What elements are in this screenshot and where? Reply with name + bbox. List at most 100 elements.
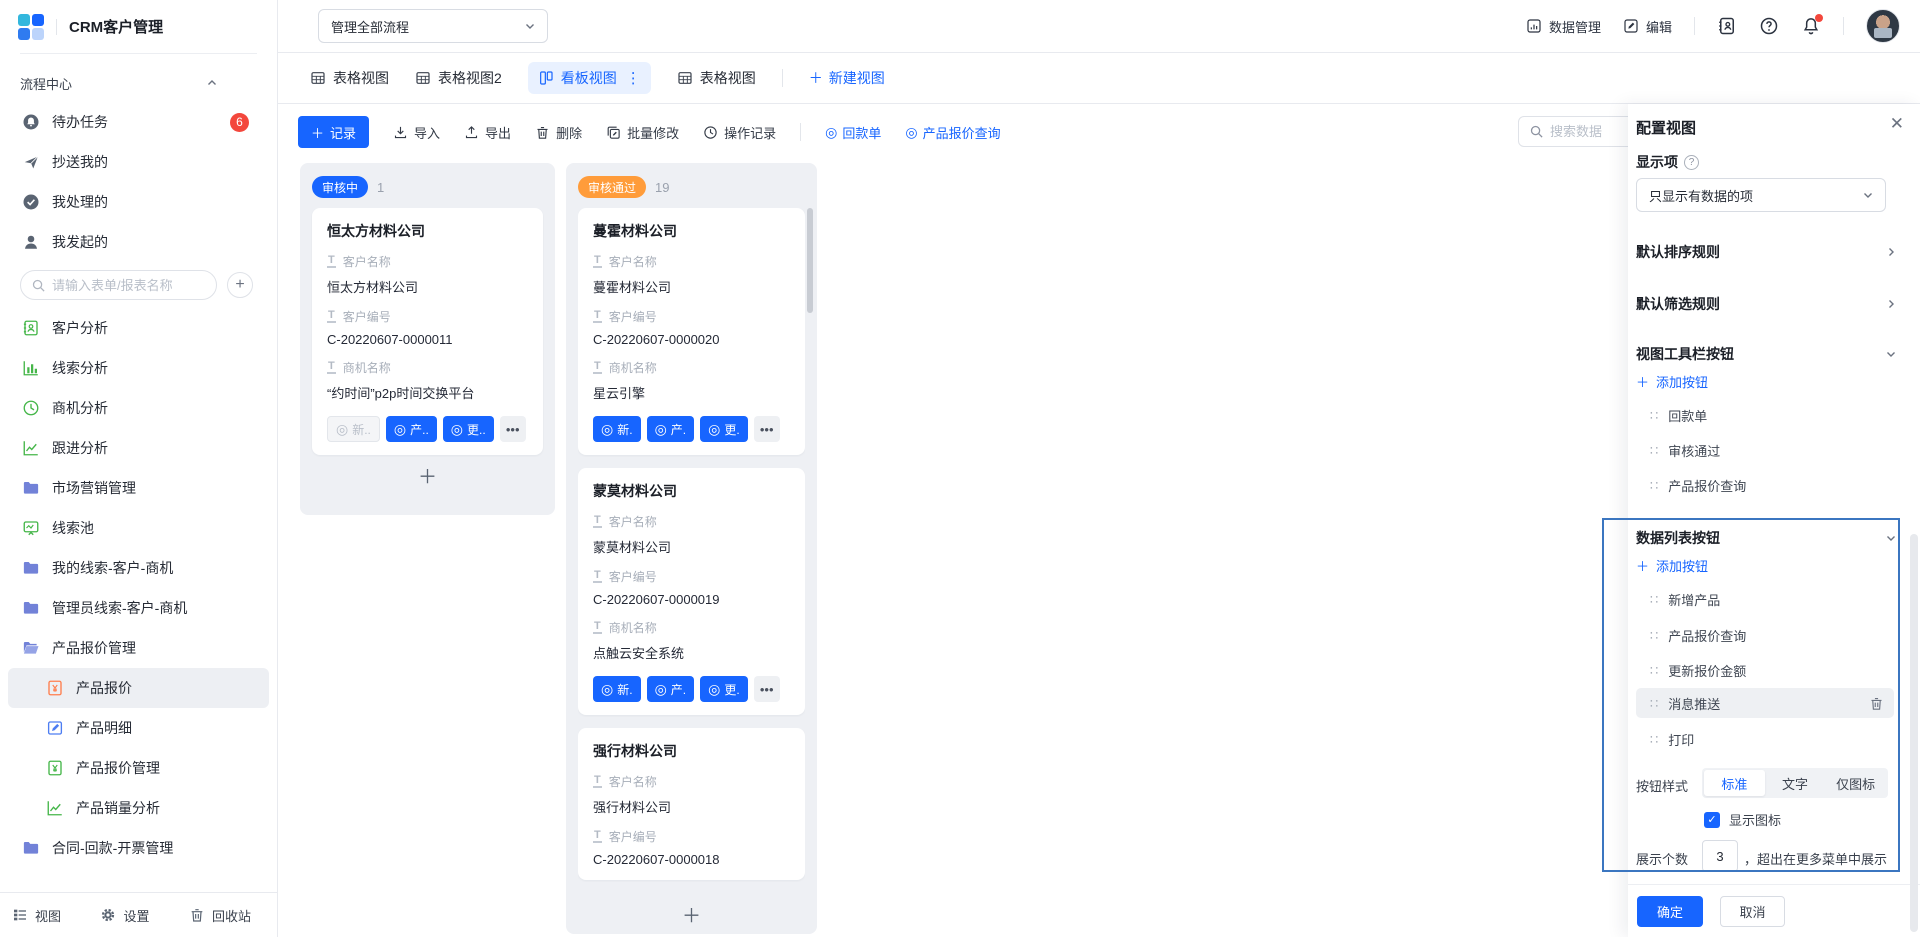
list-button-item-highlighted[interactable]: ∷ 消息推送	[1636, 688, 1894, 718]
drag-handle-icon[interactable]: ∷	[1650, 479, 1658, 492]
card-more-button[interactable]: •••	[754, 676, 780, 702]
sidebar-search-input[interactable]	[52, 278, 206, 293]
card-more-button[interactable]: •••	[754, 416, 780, 442]
delete-button[interactable]: 删除	[535, 123, 582, 142]
user-avatar[interactable]	[1866, 9, 1900, 43]
sidebar-item-product-sales-analysis[interactable]: 产品销量分析	[0, 788, 277, 828]
toolbar-buttons-section[interactable]: 视图工具栏按钮	[1636, 344, 1896, 364]
edit-button[interactable]: 编辑	[1623, 17, 1672, 36]
display-item-select[interactable]: 只显示有数据的项	[1636, 178, 1886, 212]
drag-handle-icon[interactable]: ∷	[1650, 697, 1658, 710]
sidebar-item-lead-pool[interactable]: 线索池	[0, 508, 277, 548]
tab-more-icon[interactable]: ⋮	[626, 69, 641, 87]
add-card-button[interactable]: ＋	[578, 894, 805, 934]
export-button[interactable]: 导出	[464, 123, 511, 142]
help-icon[interactable]: ?	[1684, 155, 1699, 170]
kanban-card[interactable]: 强行材料公司 T客户名称 强行材料公司 T客户编号 C-20220607-000…	[578, 728, 805, 880]
style-option-text[interactable]: 文字	[1765, 770, 1826, 796]
filter-rule-row[interactable]: 默认筛选规则	[1636, 294, 1896, 314]
batch-edit-button[interactable]: 批量修改	[606, 123, 679, 142]
toolbar-button-item[interactable]: ∷ 审核通过	[1636, 435, 1894, 465]
card-action-new[interactable]: ◎新..	[327, 416, 380, 442]
close-icon[interactable]: ✕	[1890, 114, 1904, 134]
sidebar-item-quote-management-folder[interactable]: 产品报价管理	[0, 628, 277, 668]
trash-icon[interactable]	[1869, 696, 1884, 711]
flow-selector-dropdown[interactable]: 管理全部流程	[318, 9, 548, 43]
contact-book-icon[interactable]	[1717, 16, 1737, 36]
card-action-update[interactable]: ◎更.	[700, 416, 748, 442]
drag-handle-icon[interactable]: ∷	[1650, 629, 1658, 642]
action-log-button[interactable]: 操作记录	[703, 123, 776, 142]
sidebar-item-todo-tasks[interactable]: 待办任务 6	[0, 102, 277, 142]
list-buttons-section[interactable]: 数据列表按钮	[1636, 528, 1896, 548]
list-button-item[interactable]: ∷ 产品报价查询	[1636, 620, 1894, 650]
import-button[interactable]: 导入	[393, 123, 440, 142]
footer-view-button[interactable]: 视图	[12, 906, 61, 925]
sidebar-section-process-center[interactable]: 流程中心	[0, 64, 277, 102]
drag-handle-icon[interactable]: ∷	[1650, 444, 1658, 457]
list-button-item[interactable]: ∷ 打印	[1636, 724, 1894, 754]
tab-table-view-1[interactable]: 表格视图	[310, 68, 389, 88]
sidebar-item-product-detail[interactable]: 产品明细	[0, 708, 277, 748]
toolbar-button-item[interactable]: ∷ 产品报价查询	[1636, 470, 1894, 500]
sidebar-item-cc-to-me[interactable]: 抄送我的	[0, 142, 277, 182]
display-count-input[interactable]: 3	[1702, 840, 1738, 872]
sidebar-item-label: 跟进分析	[52, 438, 108, 458]
sidebar-item-opportunity-analysis[interactable]: 商机分析	[0, 388, 277, 428]
style-option-icon-only[interactable]: 仅图标	[1825, 770, 1886, 796]
card-more-button[interactable]: •••	[500, 416, 526, 442]
list-button-item[interactable]: ∷ 更新报价金额	[1636, 655, 1894, 685]
sidebar-item-quote-management[interactable]: 产品报价管理	[0, 748, 277, 788]
drag-handle-icon[interactable]: ∷	[1650, 664, 1658, 677]
notification-bell-icon[interactable]	[1801, 16, 1821, 36]
card-action-new[interactable]: ◎新.	[593, 676, 641, 702]
card-action-quote[interactable]: ◎产.	[647, 676, 695, 702]
tab-kanban-view[interactable]: 看板视图 ⋮	[528, 62, 651, 94]
footer-settings-button[interactable]: 设置	[100, 906, 149, 925]
quick-button-quote-query[interactable]: ◎ 产品报价查询	[905, 123, 1000, 142]
quick-button-payment[interactable]: ◎ 回款单	[825, 123, 881, 142]
sidebar-item-lead-analysis[interactable]: 线索分析	[0, 348, 277, 388]
toolbar-button-item[interactable]: ∷ 回款单	[1636, 400, 1894, 430]
card-action-update[interactable]: ◎更..	[443, 416, 494, 442]
column-scrollbar[interactable]	[807, 208, 813, 313]
footer-recycle-button[interactable]: 回收站	[189, 906, 251, 925]
sidebar-item-customer-analysis[interactable]: 客户分析	[0, 308, 277, 348]
drag-handle-icon[interactable]: ∷	[1650, 733, 1658, 746]
sort-rule-row[interactable]: 默认排序规则	[1636, 242, 1896, 262]
sidebar-item-admin-leads[interactable]: 管理员线索-客户-商机	[0, 588, 277, 628]
sidebar-item-followup-analysis[interactable]: 跟进分析	[0, 428, 277, 468]
sidebar-item-contract-management[interactable]: 合同-回款-开票管理	[0, 828, 277, 868]
sidebar-item-handled-by-me[interactable]: 我处理的	[0, 182, 277, 222]
panel-scrollbar[interactable]	[1910, 534, 1918, 932]
add-form-button[interactable]: +	[227, 272, 253, 298]
add-toolbar-button[interactable]: ＋ 添加按钮	[1636, 372, 1708, 391]
list-button-item[interactable]: ∷ 新增产品	[1636, 584, 1894, 614]
checkbox-checked-icon[interactable]: ✓	[1704, 812, 1720, 828]
drag-handle-icon[interactable]: ∷	[1650, 593, 1658, 606]
kanban-card[interactable]: 恒太方材料公司 T客户名称 恒太方材料公司 T客户编号 C-20220607-0…	[312, 208, 543, 455]
drag-handle-icon[interactable]: ∷	[1650, 409, 1658, 422]
sidebar-item-started-by-me[interactable]: 我发起的	[0, 222, 277, 262]
tab-table-view-2[interactable]: 表格视图2	[415, 68, 502, 88]
add-card-button[interactable]: ＋	[312, 455, 543, 495]
sidebar-item-my-leads[interactable]: 我的线索-客户-商机	[0, 548, 277, 588]
sidebar-item-marketing-management[interactable]: 市场营销管理	[0, 468, 277, 508]
add-record-button[interactable]: ＋ 记录	[298, 116, 369, 148]
sidebar-search[interactable]	[20, 270, 217, 300]
data-manage-button[interactable]: 数据管理	[1526, 17, 1601, 36]
tab-table-view-3[interactable]: 表格视图	[677, 68, 756, 88]
card-action-new[interactable]: ◎新.	[593, 416, 641, 442]
confirm-button[interactable]: 确定	[1637, 896, 1703, 927]
card-action-quote[interactable]: ◎产..	[386, 416, 437, 442]
cancel-button[interactable]: 取消	[1720, 896, 1785, 927]
new-view-button[interactable]: ＋ 新建视图	[809, 68, 885, 88]
style-option-standard[interactable]: 标准	[1704, 770, 1765, 796]
kanban-card[interactable]: 蔓霍材料公司 T客户名称 蔓霍材料公司 T客户编号 C-20220607-000…	[578, 208, 805, 455]
kanban-card[interactable]: 蒙莫材料公司 T客户名称 蒙莫材料公司 T客户编号 C-20220607-000…	[578, 468, 805, 715]
add-list-button[interactable]: ＋ 添加按钮	[1636, 556, 1708, 575]
card-action-update[interactable]: ◎更.	[700, 676, 748, 702]
help-icon[interactable]	[1759, 16, 1779, 36]
sidebar-item-product-quote[interactable]: 产品报价	[8, 668, 269, 708]
card-action-quote[interactable]: ◎产.	[647, 416, 695, 442]
